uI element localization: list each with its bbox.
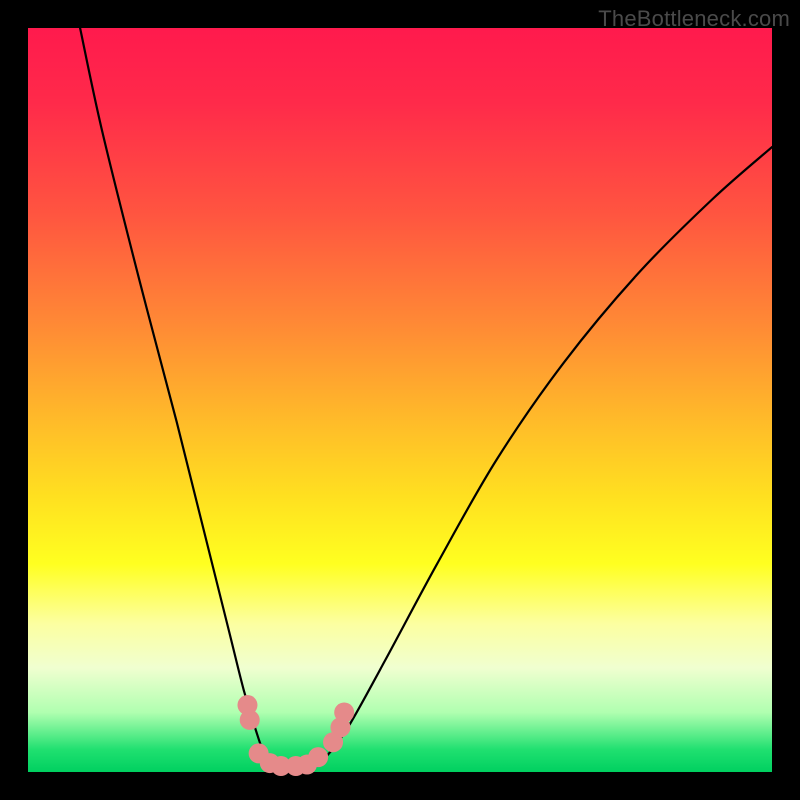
highlight-markers — [237, 695, 354, 776]
marker-dot — [240, 710, 260, 730]
marker-dot — [308, 747, 328, 767]
chart-plot-area — [28, 28, 772, 772]
watermark-text: TheBottleneck.com — [598, 6, 790, 32]
chart-svg — [28, 28, 772, 772]
marker-dot — [334, 702, 354, 722]
bottleneck-curve — [80, 28, 772, 769]
